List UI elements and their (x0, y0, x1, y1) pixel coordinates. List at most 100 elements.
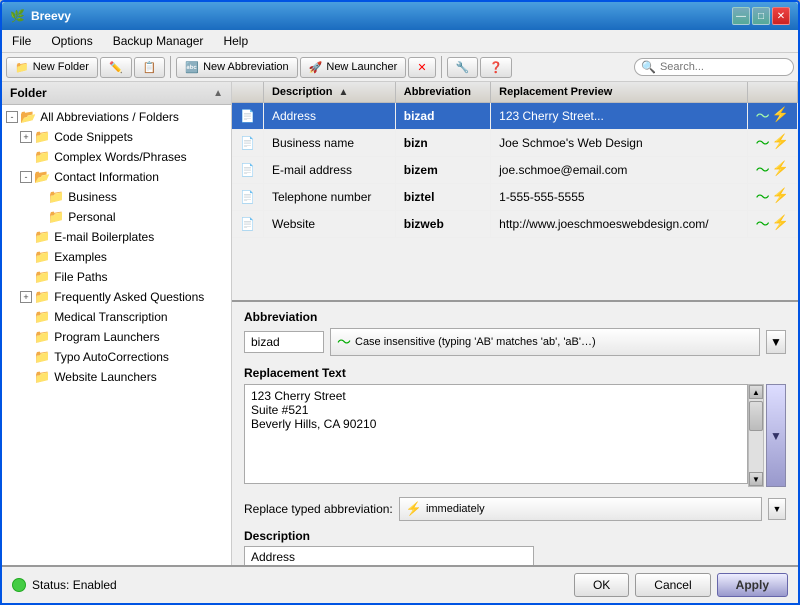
bottom-bar: Status: Enabled OK Cancel Apply (2, 565, 798, 603)
abbreviations-table: Description ▲ Abbreviation Replacement P… (232, 82, 798, 238)
new-abbreviation-button[interactable]: 🔤 New Abbreviation (176, 57, 297, 78)
expand-faq-icon[interactable]: + (20, 291, 32, 303)
replacement-section-title: Replacement Text (244, 366, 786, 380)
tree-item-contact[interactable]: - 📂 Contact Information (16, 167, 231, 187)
col-abbreviation-header[interactable]: Abbreviation (395, 82, 490, 103)
menu-bar: File Options Backup Manager Help (2, 30, 798, 53)
abbreviation-input[interactable] (244, 331, 324, 353)
maximize-button[interactable]: □ (752, 7, 770, 25)
table-row[interactable]: 📄 E-mail address bizem joe.schmoe@email.… (232, 157, 798, 184)
col-description-header[interactable]: Description ▲ (263, 82, 395, 103)
menu-options[interactable]: Options (45, 32, 98, 50)
folder-complex-icon: 📁 (34, 149, 50, 165)
lightning-status-icon: ⚡ (772, 214, 789, 234)
scroll-thumb[interactable] (749, 401, 763, 431)
description-label: Description (244, 529, 786, 543)
tree-item-medical[interactable]: 📁 Medical Transcription (16, 307, 231, 327)
expand-all-icon[interactable]: - (6, 111, 18, 123)
close-button[interactable]: ✕ (772, 7, 790, 25)
abbreviation-row: 〜 Case insensitive (typing 'AB' matches … (244, 328, 786, 356)
menu-help[interactable]: Help (217, 32, 254, 50)
replace-typed-row: Replace typed abbreviation: ⚡ immediatel… (244, 497, 786, 521)
right-panel: Description ▲ Abbreviation Replacement P… (232, 82, 798, 565)
row-abbreviation-cell: bizn (395, 130, 490, 157)
tree-item-filepaths[interactable]: 📁 File Paths (16, 267, 231, 287)
status-indicator (12, 578, 26, 592)
case-sensitivity-dropdown[interactable]: 〜 Case insensitive (typing 'AB' matches … (330, 328, 760, 356)
menu-file[interactable]: File (6, 32, 37, 50)
expand-placeholder-personal (34, 211, 46, 223)
toolbar-icon1-button[interactable]: ✏️ (100, 57, 132, 78)
tree-item-faq[interactable]: + 📁 Frequently Asked Questions (16, 287, 231, 307)
help-icon-button[interactable]: ❓ (480, 57, 512, 78)
action-buttons: OK Cancel Apply (574, 573, 788, 597)
folder-medical-icon: 📁 (34, 309, 50, 325)
row-type-icon: 📄 (240, 190, 255, 204)
minimize-button[interactable]: — (732, 7, 750, 25)
ok-button[interactable]: OK (574, 573, 629, 597)
folder-typo-icon: 📁 (34, 349, 50, 365)
table-row[interactable]: 📄 Address bizad 123 Cherry Street... 〜 ⚡ (232, 103, 798, 130)
menu-backup[interactable]: Backup Manager (107, 32, 210, 50)
replacement-scrollbar[interactable]: ▲ ▼ (748, 384, 764, 487)
table-row[interactable]: 📄 Website bizweb http://www.joeschmoeswe… (232, 211, 798, 238)
extra-options-button[interactable]: ▼ (766, 384, 786, 487)
details-section: Abbreviation 〜 Case insensitive (typing … (232, 302, 798, 565)
expand-placeholder-email (20, 231, 32, 243)
status-text: Status: Enabled (32, 578, 117, 592)
col-preview-header[interactable]: Replacement Preview (491, 82, 747, 103)
window-title: Breevy (31, 9, 71, 23)
table-row[interactable]: 📄 Business name bizn Joe Schmoe's Web De… (232, 130, 798, 157)
tools-icon-button[interactable]: 🔧 (447, 57, 479, 78)
row-description-cell: Address (263, 103, 395, 130)
description-input[interactable] (244, 546, 534, 565)
new-launcher-button[interactable]: 🚀 New Launcher (300, 57, 407, 78)
folder-column-label: Folder (10, 86, 47, 100)
tree-item-website[interactable]: 📁 Website Launchers (16, 367, 231, 387)
row-icon-cell: 📄 (232, 211, 263, 238)
sort-arrow-icon: ▲ (213, 88, 223, 99)
row-preview-cell: 1-555-555-5555 (491, 184, 747, 211)
scroll-down-icon[interactable]: ▼ (749, 472, 763, 486)
tree-item-typo[interactable]: 📁 Typo AutoCorrections (16, 347, 231, 367)
lightning-status-icon: ⚡ (772, 133, 789, 153)
left-panel: Folder ▲ - 📂 All Abbreviations / Folders… (2, 82, 232, 565)
tree-view: - 📂 All Abbreviations / Folders + 📁 Code… (2, 105, 231, 565)
wave-status-icon: 〜 (756, 160, 770, 180)
scroll-up-icon[interactable]: ▲ (749, 385, 763, 399)
tree-item-business[interactable]: 📁 Business (30, 187, 231, 207)
expand-contact-icon[interactable]: - (20, 171, 32, 183)
expand-code-icon[interactable]: + (20, 131, 32, 143)
table-row[interactable]: 📄 Telephone number biztel 1-555-555-5555… (232, 184, 798, 211)
replacement-textarea[interactable] (244, 384, 748, 484)
cancel-button[interactable]: Cancel (635, 573, 710, 597)
main-content: Folder ▲ - 📂 All Abbreviations / Folders… (2, 82, 798, 565)
tree-item-complex[interactable]: 📁 Complex Words/Phrases (16, 147, 231, 167)
toolbar-separator (170, 56, 171, 78)
row-status-cell: 〜 ⚡ (747, 157, 797, 184)
folder-personal-icon: 📁 (48, 209, 64, 225)
case-sensitivity-icon: 〜 (337, 332, 351, 352)
toolbar-icon2-button[interactable]: 📋 (134, 57, 166, 78)
main-window: 🌿 Breevy — □ ✕ File Options Backup Manag… (0, 0, 800, 605)
expand-placeholder-filepaths (20, 271, 32, 283)
abbreviations-table-section: Description ▲ Abbreviation Replacement P… (232, 82, 798, 302)
tree-item-code[interactable]: + 📁 Code Snippets (16, 127, 231, 147)
replace-typed-dropdown[interactable]: ⚡ immediately (399, 497, 762, 521)
search-input[interactable] (660, 61, 780, 73)
apply-button[interactable]: Apply (717, 573, 788, 597)
row-description-cell: Website (263, 211, 395, 238)
new-folder-button[interactable]: 📁 New Folder (6, 57, 98, 78)
tree-item-program[interactable]: 📁 Program Launchers (16, 327, 231, 347)
delete-icon: ✕ (417, 61, 426, 74)
case-dropdown-arrow[interactable]: ▼ (766, 330, 786, 354)
tree-item-all[interactable]: - 📂 All Abbreviations / Folders (2, 107, 231, 127)
app-icon: 🌿 (10, 9, 25, 23)
tree-item-email[interactable]: 📁 E-mail Boilerplates (16, 227, 231, 247)
tree-item-examples[interactable]: 📁 Examples (16, 247, 231, 267)
tree-item-personal[interactable]: 📁 Personal (30, 207, 231, 227)
delete-button[interactable]: ✕ (408, 57, 435, 78)
row-abbreviation-cell: bizweb (395, 211, 490, 238)
folder-add-icon: 📁 (15, 61, 29, 74)
replace-typed-dropdown-arrow[interactable]: ▼ (768, 498, 786, 520)
